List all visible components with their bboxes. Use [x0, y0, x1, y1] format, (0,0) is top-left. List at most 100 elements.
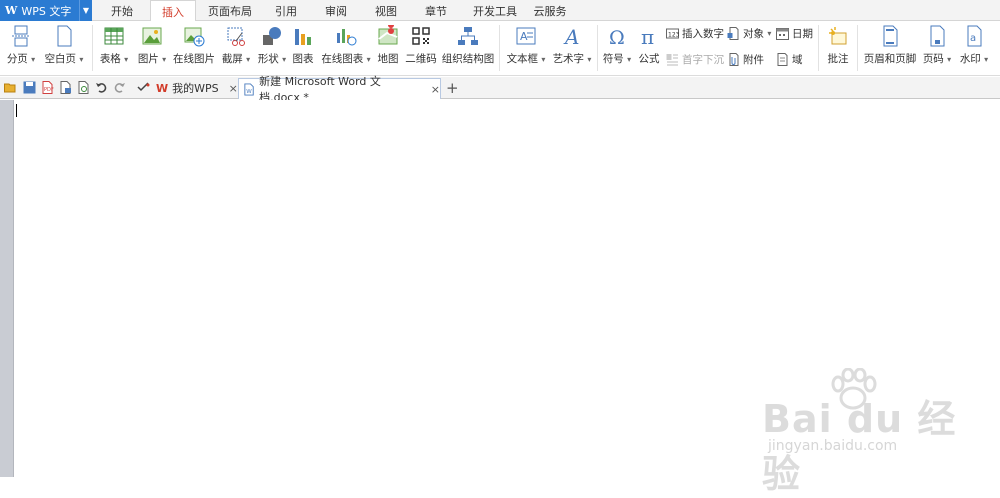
drop-cap-button[interactable]: 首字下沉 [666, 51, 724, 67]
tab-start[interactable]: 开始 [100, 0, 144, 21]
picture-button[interactable]: 图片 ▾ [134, 21, 170, 76]
number-icon: 123 [666, 28, 679, 38]
insert-number-label: 插入数字 [682, 27, 724, 40]
watermark-button[interactable]: a 水印 ▾ [956, 21, 992, 76]
chevron-down-icon[interactable]: ▼ [79, 0, 92, 21]
textbox-label: 文本框 [506, 53, 539, 65]
date-label: 日期 [792, 27, 813, 40]
drop-cap-label: 首字下沉 [682, 53, 724, 66]
app-menu-button[interactable]: W WPS 文字 ▼ [0, 0, 92, 21]
chart-label: 图表 [292, 53, 314, 65]
qrcode-icon [412, 27, 430, 45]
undo-icon[interactable] [95, 81, 108, 94]
insert-number-button[interactable]: 123 插入数字 [666, 25, 724, 41]
open-folder-icon[interactable] [4, 81, 17, 94]
map-button[interactable]: 地图 [375, 21, 401, 76]
divider [92, 25, 93, 71]
attachment-label: 附件 [743, 53, 764, 66]
doc-tab-my-wps[interactable]: W 我的WPS × [156, 78, 238, 98]
wordart-label: 艺术字 [552, 53, 585, 65]
bar-chart-icon [295, 29, 311, 45]
menu-bar: W WPS 文字 ▼ 开始 插入 页面布局 引用 审阅 视图 章节 开发工具 云… [0, 0, 1000, 22]
comment-label: 批注 [827, 53, 849, 65]
formula-button[interactable]: π 公式 [636, 21, 662, 76]
shapes-button[interactable]: 形状 ▾ [254, 21, 290, 76]
svg-text:A: A [563, 25, 579, 47]
comment-button[interactable]: 批注 [822, 21, 854, 76]
document-icon: W [244, 82, 254, 96]
tab-insert[interactable]: 插入 [150, 0, 196, 22]
header-footer-button[interactable]: 页眉和页脚 [861, 21, 919, 76]
calendar-icon [776, 27, 789, 40]
redo-icon[interactable] [113, 81, 126, 94]
drop-cap-icon [666, 53, 678, 65]
svg-text:123: 123 [668, 31, 679, 38]
page-number-label: 页码 [922, 53, 944, 65]
map-label: 地图 [377, 53, 399, 65]
textbox-icon: A [516, 27, 536, 45]
blank-page-button[interactable]: 空白页 ▾ [42, 21, 86, 76]
field-button[interactable]: 域 [776, 51, 803, 67]
svg-text:Ω: Ω [609, 27, 625, 47]
tab-chapter[interactable]: 章节 [414, 0, 458, 21]
org-chart-button[interactable]: 组织结构图 [440, 21, 496, 76]
picture-icon [142, 27, 162, 45]
plus-icon: + [446, 79, 459, 97]
table-button[interactable]: 表格 ▾ [96, 21, 132, 76]
print-preview-icon[interactable] [77, 81, 90, 94]
shapes-label: 形状 [257, 53, 279, 65]
online-picture-icon [184, 27, 205, 47]
tab-cloud[interactable]: 云服务 [528, 0, 572, 21]
wordart-button[interactable]: A 艺术字 ▾ [550, 21, 594, 76]
object-label: 对象 [743, 27, 764, 40]
qrcode-button[interactable]: 二维码 [403, 21, 439, 76]
doc-tab-label: 我的WPS [172, 82, 219, 95]
object-button[interactable]: 对象 ▾ [727, 25, 771, 41]
save-icon[interactable] [23, 81, 36, 94]
watermark-url: jingyan.baidu.com [768, 438, 898, 454]
close-icon[interactable]: × [431, 83, 440, 96]
omega-icon: Ω [609, 27, 625, 47]
field-icon [777, 52, 788, 66]
customize-toolbar-icon[interactable] [137, 81, 150, 94]
chart-button[interactable]: 图表 [290, 21, 316, 76]
new-tab-button[interactable]: + [446, 78, 459, 98]
table-label: 表格 [99, 53, 121, 65]
page-break-button[interactable]: 分页 ▾ [4, 21, 38, 76]
divider [499, 25, 500, 71]
scissors-icon [227, 27, 245, 46]
close-icon[interactable]: × [229, 82, 238, 95]
tab-view[interactable]: 视图 [364, 0, 408, 21]
text-cursor [16, 104, 17, 117]
blank-page-label: 空白页 [44, 53, 77, 65]
tab-developer[interactable]: 开发工具 [466, 0, 524, 21]
map-icon [378, 25, 398, 45]
doc-tab-current[interactable]: W 新建 Microsoft Word 文档.docx * × [238, 75, 441, 104]
svg-text:W: W [246, 88, 252, 94]
pdf-export-icon[interactable]: PDF [41, 81, 54, 94]
online-picture-button[interactable]: 在线图片 [171, 21, 217, 76]
divider [857, 25, 858, 71]
screenshot-label: 截屏 [221, 53, 243, 65]
watermark-icon: a [967, 25, 982, 47]
formula-label: 公式 [638, 53, 660, 65]
page-number-button[interactable]: 页码 ▾ [920, 21, 954, 76]
print-icon[interactable] [59, 81, 72, 94]
page-break-label: 分页 [6, 53, 28, 65]
attachment-button[interactable]: 附件 [727, 51, 764, 67]
org-chart-label: 组织结构图 [441, 53, 495, 65]
tab-references[interactable]: 引用 [264, 0, 308, 21]
field-label: 域 [792, 53, 803, 66]
tab-page-layout[interactable]: 页面布局 [200, 0, 260, 21]
tab-review[interactable]: 审阅 [314, 0, 358, 21]
divider [597, 25, 598, 71]
online-chart-button[interactable]: 在线图表 ▾ [318, 21, 374, 76]
textbox-button[interactable]: A 文本框 ▾ [503, 21, 549, 76]
shapes-icon [263, 27, 281, 45]
baidu-watermark: Bai du 经验 jingyan.baidu.com [762, 368, 992, 496]
screenshot-button[interactable]: 截屏 ▾ [218, 21, 254, 76]
symbol-button[interactable]: Ω 符号 ▾ [600, 21, 634, 76]
online-picture-label: 在线图片 [173, 53, 215, 65]
date-button[interactable]: 日期 [776, 25, 813, 41]
picture-label: 图片 [137, 53, 159, 65]
